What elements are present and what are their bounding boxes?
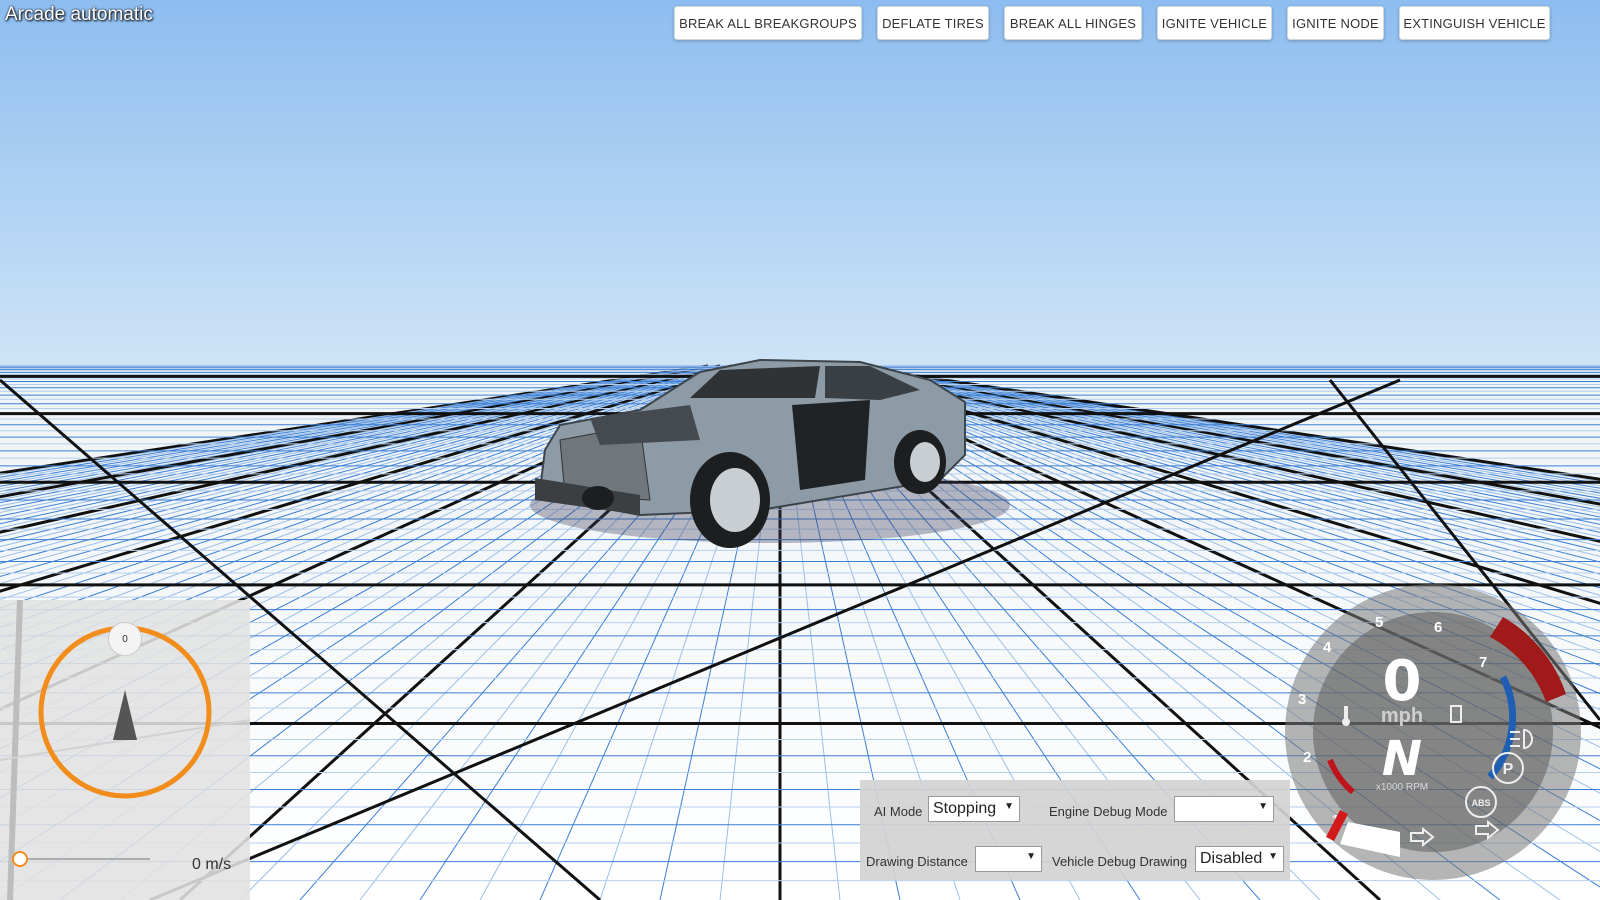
drawing-distance-select[interactable]: ▼ <box>975 846 1042 872</box>
ai-mode-select[interactable]: Stopping ▼ <box>928 796 1020 822</box>
chevron-down-icon: ▼ <box>1026 851 1036 862</box>
gear-indicator: N <box>1382 731 1422 787</box>
chevron-down-icon: ▼ <box>1258 801 1268 812</box>
rpm-tick-6: 6 <box>1434 619 1442 636</box>
speed-readout: 0 m/s <box>192 856 232 873</box>
rpm-tick-5: 5 <box>1375 614 1383 631</box>
rpm-tick-4: 4 <box>1323 639 1332 656</box>
drawing-distance-label: Drawing Distance <box>866 854 968 869</box>
rpm-unit-label: x1000 RPM <box>1376 782 1428 793</box>
extinguish-vehicle-button[interactable]: EXTINGUISH VEHICLE <box>1399 6 1550 40</box>
break-all-hinges-button[interactable]: BREAK ALL HINGES <box>1004 6 1142 40</box>
vehicle-debug-drawing-label: Vehicle Debug Drawing <box>1052 854 1188 869</box>
ignite-vehicle-button[interactable]: IGNITE VEHICLE <box>1157 6 1272 40</box>
debug-panel: AI Mode Stopping ▼ Engine Debug Mode ▼ D… <box>860 780 1290 880</box>
heading-value-badge: 0 <box>108 622 142 656</box>
ai-mode-label: AI Mode <box>874 804 923 819</box>
dashboard-gauge: 1 2 3 4 5 6 7 0 mph N x1000 RPM P ABS <box>1285 584 1581 880</box>
svg-text:P: P <box>1503 761 1514 778</box>
break-all-breakgroups-button[interactable]: BREAK ALL BREAKGROUPS <box>674 6 862 40</box>
engine-debug-mode-select[interactable]: ▼ <box>1174 796 1274 822</box>
engine-debug-mode-label: Engine Debug Mode <box>1049 804 1168 819</box>
speed-unit: mph <box>1381 705 1423 727</box>
deflate-tires-button[interactable]: DEFLATE TIRES <box>877 6 989 40</box>
rpm-tick-7: 7 <box>1479 654 1487 671</box>
sky <box>0 0 1600 370</box>
ignite-node-button[interactable]: IGNITE NODE <box>1287 6 1384 40</box>
chevron-down-icon: ▼ <box>1268 851 1278 862</box>
speed-slider-handle[interactable] <box>12 851 28 867</box>
vehicle-arrow-icon <box>113 690 137 740</box>
rpm-tick-3: 3 <box>1298 691 1306 708</box>
chevron-down-icon: ▼ <box>1004 801 1014 812</box>
vehicle-debug-drawing-select[interactable]: Disabled ▼ <box>1195 846 1284 872</box>
vehicle-action-toolbar: BREAK ALL BREAKGROUPS DEFLATE TIRES BREA… <box>0 6 1600 42</box>
rpm-tick-2: 2 <box>1303 749 1311 766</box>
navigation-panel: 0 0 m/s <box>0 600 250 900</box>
svg-text:ABS: ABS <box>1471 798 1490 808</box>
